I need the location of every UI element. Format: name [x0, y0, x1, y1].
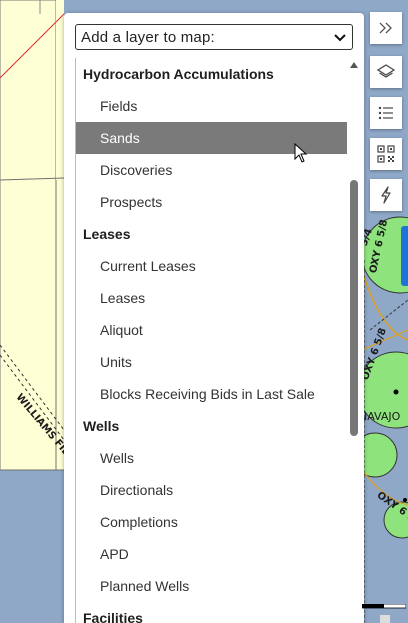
layer-option[interactable]: Wells	[76, 442, 348, 474]
scroll-up-arrow-icon[interactable]	[350, 62, 358, 68]
qr-code-button[interactable]	[370, 138, 402, 170]
list-scrollbar[interactable]	[347, 58, 362, 623]
layer-option[interactable]: Planned Wells	[76, 570, 348, 602]
layer-option[interactable]: APD	[76, 538, 348, 570]
layer-option[interactable]: Prospects	[76, 186, 348, 218]
legend-list-button[interactable]	[370, 97, 402, 129]
layer-option[interactable]: Current Leases	[76, 250, 348, 282]
layer-option[interactable]: Units	[76, 346, 348, 378]
chevron-down-icon	[334, 34, 346, 42]
add-layer-panel: Add a layer to map: Hydrocarbon Accumula…	[64, 13, 364, 623]
layer-group-header: Wells	[83, 418, 120, 434]
side-panel-tab[interactable]	[401, 226, 408, 286]
layers-button[interactable]	[370, 56, 402, 88]
qr-code-icon	[377, 145, 395, 163]
layer-option[interactable]: Aliquot	[76, 314, 348, 346]
layer-group-header: Hydrocarbon Accumulations	[83, 66, 274, 82]
layer-option[interactable]: Blocks Receiving Bids in Last Sale	[76, 378, 348, 410]
list-icon	[378, 106, 393, 120]
mouse-pointer-icon	[294, 143, 308, 163]
layer-option[interactable]: Leases	[76, 282, 348, 314]
lightning-icon	[381, 186, 391, 204]
scrollbar-thumb[interactable]	[350, 180, 358, 436]
expand-panel-button[interactable]	[370, 12, 402, 44]
layer-option[interactable]: Directionals	[76, 474, 348, 506]
layer-option[interactable]: Completions	[76, 506, 348, 538]
lightning-button[interactable]	[370, 179, 402, 211]
layer-select[interactable]: Add a layer to map:	[75, 24, 353, 50]
layer-group-header: Leases	[83, 226, 131, 242]
layer-option[interactable]: Fields	[76, 90, 348, 122]
layer-group-header: Facilities	[83, 610, 143, 623]
double-chevron-right-icon	[379, 22, 392, 34]
layers-icon	[376, 64, 396, 78]
scale-bar	[362, 604, 406, 609]
layer-select-label: Add a layer to map:	[81, 28, 215, 46]
map-label-navajo: NAVAJO	[359, 410, 401, 423]
